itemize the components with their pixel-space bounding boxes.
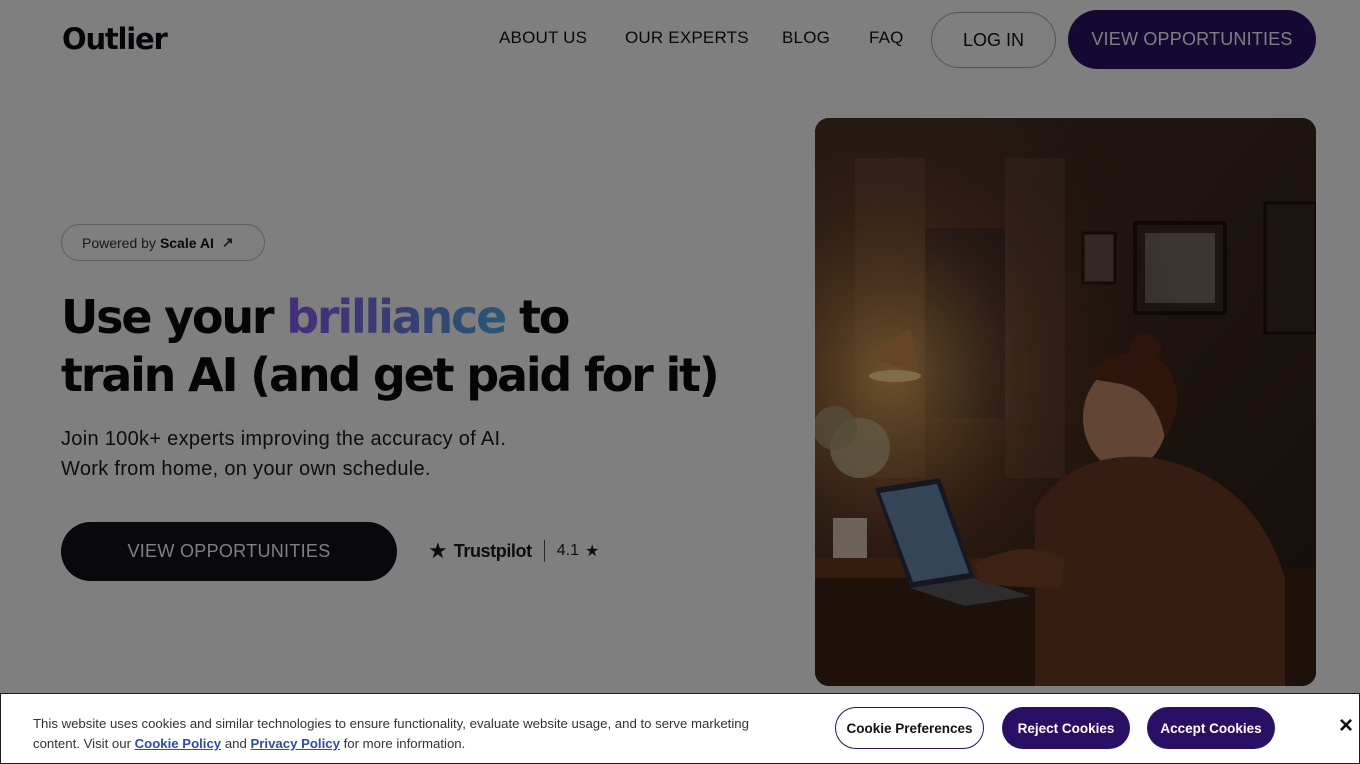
privacy-policy-link[interactable]: Privacy Policy (250, 736, 339, 751)
cookie-banner: This website uses cookies and similar te… (0, 693, 1360, 764)
accept-cookies-button[interactable]: Accept Cookies (1147, 707, 1275, 749)
modal-overlay (0, 0, 1360, 764)
cookie-text-and: and (224, 736, 251, 751)
close-icon[interactable]: × (1334, 714, 1358, 738)
cookie-text-end: for more information. (343, 736, 466, 751)
reject-cookies-button[interactable]: Reject Cookies (1002, 707, 1130, 749)
cookie-policy-link[interactable]: Cookie Policy (135, 736, 221, 751)
cookie-preferences-button[interactable]: Cookie Preferences (835, 707, 984, 749)
cookie-message: This website uses cookies and similar te… (33, 714, 773, 754)
